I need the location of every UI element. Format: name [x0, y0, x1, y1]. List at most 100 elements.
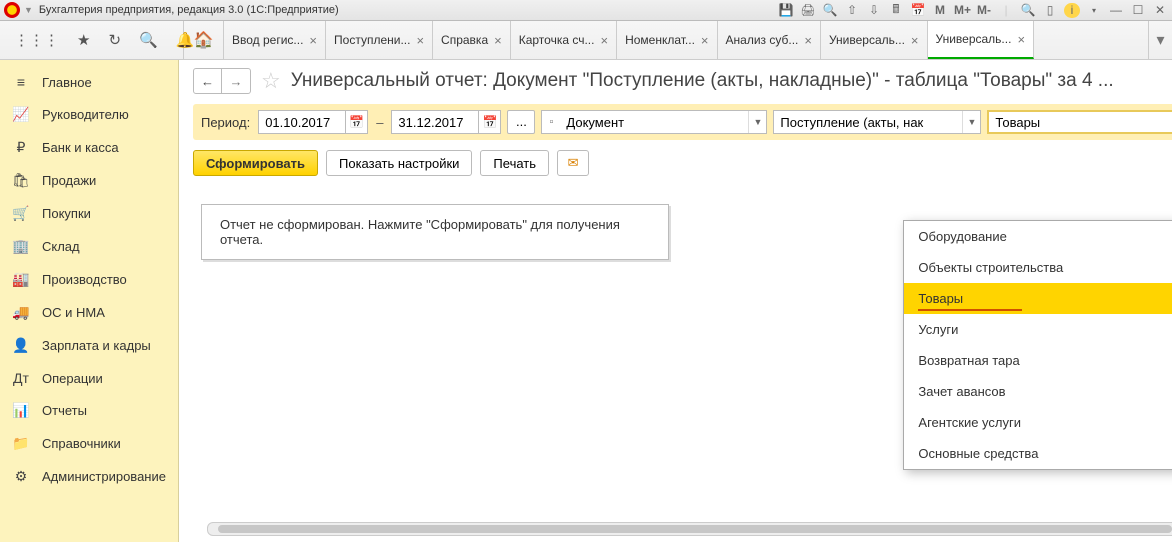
sidebar-item-12[interactable]: ⚙Администрирование: [0, 460, 178, 493]
date-from-field[interactable]: 📅: [258, 110, 368, 134]
chevron-down-icon[interactable]: ▼: [748, 111, 766, 133]
sidebar: ≡Главное📈Руководителю₽Банк и касса🛍Прода…: [0, 60, 179, 542]
tab-label: Анализ суб...: [726, 33, 799, 47]
table-select[interactable]: ▼: [987, 110, 1172, 134]
document-select[interactable]: ▼: [773, 110, 981, 134]
upload-icon[interactable]: ⇧: [844, 3, 860, 17]
horizontal-scrollbar[interactable]: [207, 522, 1172, 536]
tab-close-icon[interactable]: ×: [804, 33, 812, 48]
tab-close-icon[interactable]: ×: [416, 33, 424, 48]
object-type-select[interactable]: ▫ ▼: [541, 110, 767, 134]
tab-label: Номенклат...: [625, 33, 695, 47]
sidebar-item-7[interactable]: 🚚ОС и НМА: [0, 296, 178, 329]
favorite-star-icon[interactable]: ☆: [261, 68, 281, 94]
sidebar-item-label: Банк и касса: [42, 140, 119, 155]
home-tab[interactable]: 🏠: [184, 21, 224, 59]
sidebar-item-2[interactable]: ₽Банк и касса: [0, 131, 178, 164]
sidebar-item-9[interactable]: Дт Операции: [0, 362, 178, 394]
search-icon[interactable]: 🔍: [139, 31, 158, 49]
download-icon[interactable]: ⇩: [866, 3, 882, 17]
sidebar-item-label: Операции: [42, 371, 103, 386]
date-to-input[interactable]: [392, 115, 478, 130]
tab-4[interactable]: Номенклат... ×: [617, 21, 717, 59]
calendar-to-icon[interactable]: 📅: [478, 111, 500, 133]
tab-label: Ввод регис...: [232, 33, 303, 47]
link-icon[interactable]: 🔍: [822, 3, 838, 17]
sidebar-item-11[interactable]: 📁Справочники: [0, 427, 178, 460]
print-icon[interactable]: 🖨: [800, 3, 816, 17]
app-menu-drop-icon[interactable]: ▼: [24, 5, 33, 15]
dropdown-option[interactable]: Товары: [904, 283, 1172, 314]
actions-bar: Сформировать Показать настройки Печать ✉: [193, 140, 1172, 186]
period-dash: –: [374, 115, 385, 130]
sidebar-icon: Дт: [12, 370, 30, 386]
tab-3[interactable]: Карточка сч...×: [511, 21, 617, 59]
sidebar-item-3[interactable]: 🛍Продажи: [0, 164, 178, 197]
tab-2[interactable]: Справка×: [433, 21, 511, 59]
sidebar-item-6[interactable]: 🏭Производство: [0, 263, 178, 296]
tab-7[interactable]: Универсаль...×: [928, 21, 1035, 59]
save-icon[interactable]: 💾: [778, 3, 794, 17]
print-button[interactable]: Печать: [480, 150, 549, 176]
zoom-icon[interactable]: 🔍: [1020, 3, 1036, 17]
page-header: ← → ☆ Универсальный отчет: Документ "Пос…: [193, 68, 1172, 94]
date-from-input[interactable]: [259, 115, 345, 130]
m-plus-icon[interactable]: M+: [954, 3, 970, 17]
history-icon[interactable]: ↻: [108, 31, 121, 49]
mail-button[interactable]: ✉: [557, 150, 589, 176]
dropdown-option[interactable]: Основные средства: [904, 438, 1172, 469]
tab-5[interactable]: Анализ суб... ×: [718, 21, 821, 59]
object-type-input[interactable]: [560, 115, 748, 130]
not-generated-message: Отчет не сформирован. Нажмите "Сформиров…: [201, 204, 669, 260]
chevron-down-icon[interactable]: ▼: [962, 111, 980, 133]
table-input[interactable]: [989, 115, 1172, 130]
dropdown-option[interactable]: Оборудование: [904, 221, 1172, 252]
period-picker-button[interactable]: ...: [507, 110, 535, 134]
nav-forward-icon[interactable]: →: [222, 69, 250, 93]
nav-back-icon[interactable]: ←: [194, 69, 222, 93]
panels-icon[interactable]: ▯: [1042, 3, 1058, 17]
tab-0[interactable]: Ввод регис... ×: [224, 21, 326, 59]
close-window-icon[interactable]: ✕: [1152, 3, 1168, 17]
tab-close-icon[interactable]: ×: [1017, 32, 1025, 47]
tab-close-icon[interactable]: ×: [701, 33, 709, 48]
apps-grid-icon[interactable]: ⋮⋮⋮: [14, 31, 59, 49]
sidebar-item-5[interactable]: 🏢Склад: [0, 230, 178, 263]
tab-1[interactable]: Поступлени...×: [326, 21, 433, 59]
m-minus-icon[interactable]: M-: [976, 3, 992, 17]
tab-close-icon[interactable]: ×: [494, 33, 502, 48]
sidebar-icon: 👤: [12, 337, 30, 354]
maximize-icon[interactable]: ☐: [1130, 3, 1146, 17]
show-settings-button[interactable]: Показать настройки: [326, 150, 472, 176]
tab-6[interactable]: Универсаль...×: [821, 21, 928, 59]
info-drop-icon[interactable]: ▾: [1086, 6, 1102, 15]
tab-close-icon[interactable]: ×: [600, 33, 608, 48]
calendar-icon[interactable]: 📅: [910, 3, 926, 17]
nav-buttons: ← →: [193, 68, 251, 94]
dropdown-option[interactable]: Возвратная тара: [904, 345, 1172, 376]
sep-icon: |: [998, 3, 1014, 17]
tab-close-icon[interactable]: ×: [911, 33, 919, 48]
dropdown-option[interactable]: Услуги: [904, 314, 1172, 345]
document-input[interactable]: [774, 115, 962, 130]
dropdown-option[interactable]: Зачет авансов: [904, 376, 1172, 407]
minimize-icon[interactable]: —: [1108, 3, 1124, 17]
sidebar-item-10[interactable]: 📊Отчеты: [0, 394, 178, 427]
generate-button[interactable]: Сформировать: [193, 150, 318, 176]
sidebar-item-0[interactable]: ≡Главное: [0, 66, 178, 98]
dropdown-option[interactable]: Объекты строительства: [904, 252, 1172, 283]
m-icon[interactable]: M: [932, 3, 948, 17]
sidebar-item-8[interactable]: 👤Зарплата и кадры: [0, 329, 178, 362]
sidebar-item-4[interactable]: 🛒Покупки: [0, 197, 178, 230]
dropdown-option[interactable]: Агентские услуги: [904, 407, 1172, 438]
sidebar-icon: 📈: [12, 106, 30, 123]
star-icon[interactable]: ★: [77, 31, 90, 49]
calendar-from-icon[interactable]: 📅: [345, 111, 367, 133]
date-to-field[interactable]: 📅: [391, 110, 501, 134]
info-icon[interactable]: i: [1064, 3, 1080, 18]
tab-close-icon[interactable]: ×: [309, 33, 317, 48]
sidebar-item-1[interactable]: 📈Руководителю: [0, 98, 178, 131]
doc-icon: ▫: [542, 116, 560, 128]
tabs-overflow-icon[interactable]: ▾: [1148, 21, 1172, 59]
calc-icon[interactable]: 🖩: [888, 0, 904, 21]
